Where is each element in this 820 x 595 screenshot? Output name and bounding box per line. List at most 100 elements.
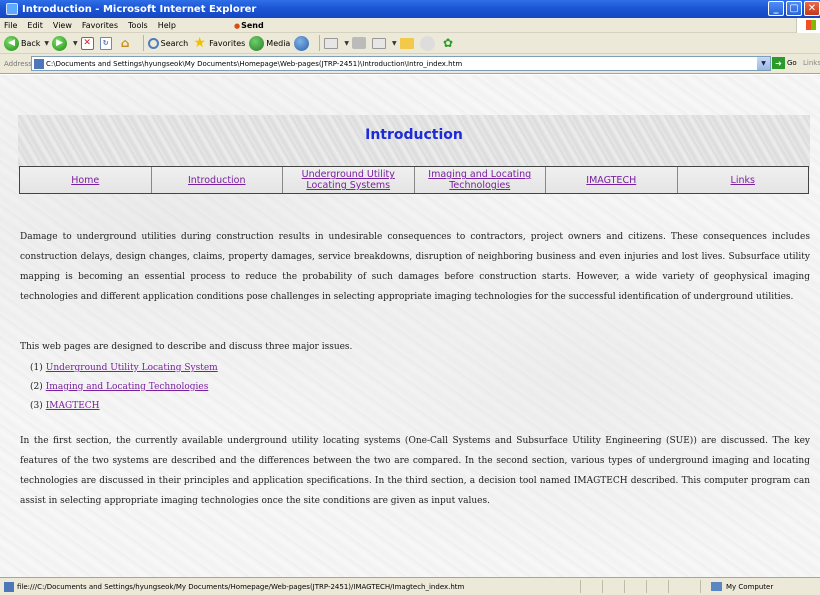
intro-paragraph: Damage to underground utilities during c…: [20, 232, 810, 302]
status-pane: [602, 580, 624, 593]
status-panes: [580, 580, 690, 593]
history-icon: [294, 35, 310, 51]
stop-button[interactable]: ✕: [80, 36, 96, 50]
nav-link-imagtech[interactable]: IMAGTECH: [586, 175, 636, 186]
search-label: Search: [160, 38, 189, 48]
search-button[interactable]: Search: [147, 37, 189, 49]
nav-cell: Home: [20, 167, 152, 193]
go-label: Go: [787, 59, 797, 67]
history-button[interactable]: [294, 35, 311, 51]
address-input[interactable]: C:\Documents and Settings\hyungseok\My D…: [31, 56, 771, 71]
zone-label: My Computer: [726, 582, 774, 591]
messenger-icon: ✿: [443, 36, 454, 50]
page-icon: [34, 58, 44, 69]
mail-icon: [324, 37, 339, 49]
menu-bar: File Edit View Favorites Tools Help Send: [0, 18, 820, 33]
nav-link-home[interactable]: Home: [71, 175, 99, 186]
window-controls: _ ▢ ✕: [768, 1, 820, 16]
menu-file[interactable]: File: [4, 21, 17, 30]
menu-help[interactable]: Help: [158, 21, 176, 30]
list-item: (3) IMAGTECH: [30, 397, 218, 416]
home-icon: ⌂: [120, 36, 130, 50]
nav-link-locating-systems[interactable]: Underground Utility Locating Systems: [283, 169, 414, 191]
menu-view[interactable]: View: [53, 21, 72, 30]
media-icon: [249, 35, 265, 51]
status-pane: [624, 580, 646, 593]
menu-edit[interactable]: Edit: [27, 21, 43, 30]
go-button[interactable]: ➜ Go: [772, 57, 797, 69]
discuss-icon: [419, 35, 435, 51]
toolbar-separator: [142, 35, 144, 51]
minimize-button[interactable]: _: [768, 1, 784, 16]
folder-button[interactable]: [399, 37, 416, 49]
page-status-icon: [4, 581, 14, 592]
sections-paragraph: In the first section, the currently avai…: [20, 436, 810, 506]
refresh-button[interactable]: ↻: [99, 36, 114, 50]
back-button[interactable]: ◀ Back: [4, 35, 41, 51]
back-dropdown-icon[interactable]: ▼: [44, 40, 49, 47]
nav-cell: Links: [678, 167, 809, 193]
home-button[interactable]: ⌂: [118, 36, 135, 51]
title-bar: Introduction - Microsoft Internet Explor…: [0, 0, 820, 18]
discuss-button[interactable]: [419, 35, 437, 51]
nav-link-introduction[interactable]: Introduction: [188, 175, 246, 186]
windows-flag-icon: [806, 20, 816, 30]
address-value: C:\Documents and Settings\hyungseok\My D…: [46, 59, 463, 68]
nav-link-links[interactable]: Links: [731, 175, 755, 186]
favorites-button[interactable]: ★ Favorites: [192, 35, 246, 51]
edit-page-icon: [371, 37, 386, 49]
nav-cell: Introduction: [152, 167, 283, 193]
issues-list: (1) Underground Utility Locating System …: [30, 359, 218, 416]
star-icon: ★: [193, 35, 206, 51]
print-button[interactable]: [351, 37, 368, 49]
folder-icon: [399, 37, 414, 49]
list-link-imagtech[interactable]: IMAGTECH: [46, 397, 100, 416]
edit-dropdown-icon[interactable]: ▼: [392, 40, 397, 47]
list-item: (2) Imaging and Locating Technologies: [30, 378, 218, 397]
go-arrow-icon: ➜: [772, 57, 785, 69]
forward-button[interactable]: ▶: [52, 35, 69, 51]
nav-link-imaging-technologies[interactable]: Imaging and Locating Technologies: [415, 169, 546, 191]
ie-icon: [6, 3, 18, 15]
forward-dropdown-icon[interactable]: ▼: [73, 40, 78, 47]
nav-table: Home Introduction Underground Utility Lo…: [19, 166, 809, 194]
back-arrow-icon: ◀: [4, 35, 19, 51]
close-button[interactable]: ✕: [804, 1, 820, 16]
mail-dropdown-icon[interactable]: ▼: [344, 40, 349, 47]
messenger-button[interactable]: ✿: [441, 36, 458, 51]
issues-paragraph: This web pages are designed to describe …: [20, 342, 353, 352]
address-bar: Address C:\Documents and Settings\hyungs…: [0, 54, 820, 74]
links-button[interactable]: Links: [803, 59, 820, 67]
edit-button[interactable]: [371, 37, 388, 49]
page-content: Introduction Home Introduction Undergrou…: [0, 75, 820, 577]
media-button[interactable]: Media: [249, 35, 290, 51]
maximize-button[interactable]: ▢: [786, 1, 802, 16]
status-bar: file:///C:/Documents and Settings/hyungs…: [0, 577, 820, 595]
address-label: Address: [4, 59, 32, 68]
list-link-locating-system[interactable]: Underground Utility Locating System: [46, 359, 218, 378]
toolbar: ◀ Back ▼ ▶ ▼ ✕ ↻ ⌂ Search ★ Favorites Me…: [0, 33, 820, 54]
stop-icon: ✕: [80, 36, 94, 50]
refresh-icon: ↻: [99, 36, 112, 50]
list-item: (1) Underground Utility Locating System: [30, 359, 218, 378]
list-link-imaging-technologies[interactable]: Imaging and Locating Technologies: [46, 378, 209, 397]
nav-cell: IMAGTECH: [546, 167, 678, 193]
back-label: Back: [21, 38, 41, 48]
list-number: (2): [30, 382, 43, 392]
windows-logo: [796, 18, 820, 33]
computer-icon: [711, 582, 722, 591]
list-number: (3): [30, 401, 43, 411]
status-pane: [580, 580, 602, 593]
menu-favorites[interactable]: Favorites: [82, 21, 118, 30]
page-title: Introduction: [365, 127, 463, 143]
menu-tools[interactable]: Tools: [128, 21, 148, 30]
mail-button[interactable]: [324, 37, 340, 49]
send-button[interactable]: Send: [234, 21, 264, 30]
status-text: file:///C:/Documents and Settings/hyungs…: [17, 582, 465, 591]
status-pane: [668, 580, 690, 593]
address-dropdown-icon[interactable]: ▼: [757, 57, 770, 70]
favorites-label: Favorites: [209, 38, 246, 48]
forward-arrow-icon: ▶: [52, 35, 68, 51]
window-title: Introduction - Microsoft Internet Explor…: [22, 3, 257, 15]
status-pane: [646, 580, 668, 593]
